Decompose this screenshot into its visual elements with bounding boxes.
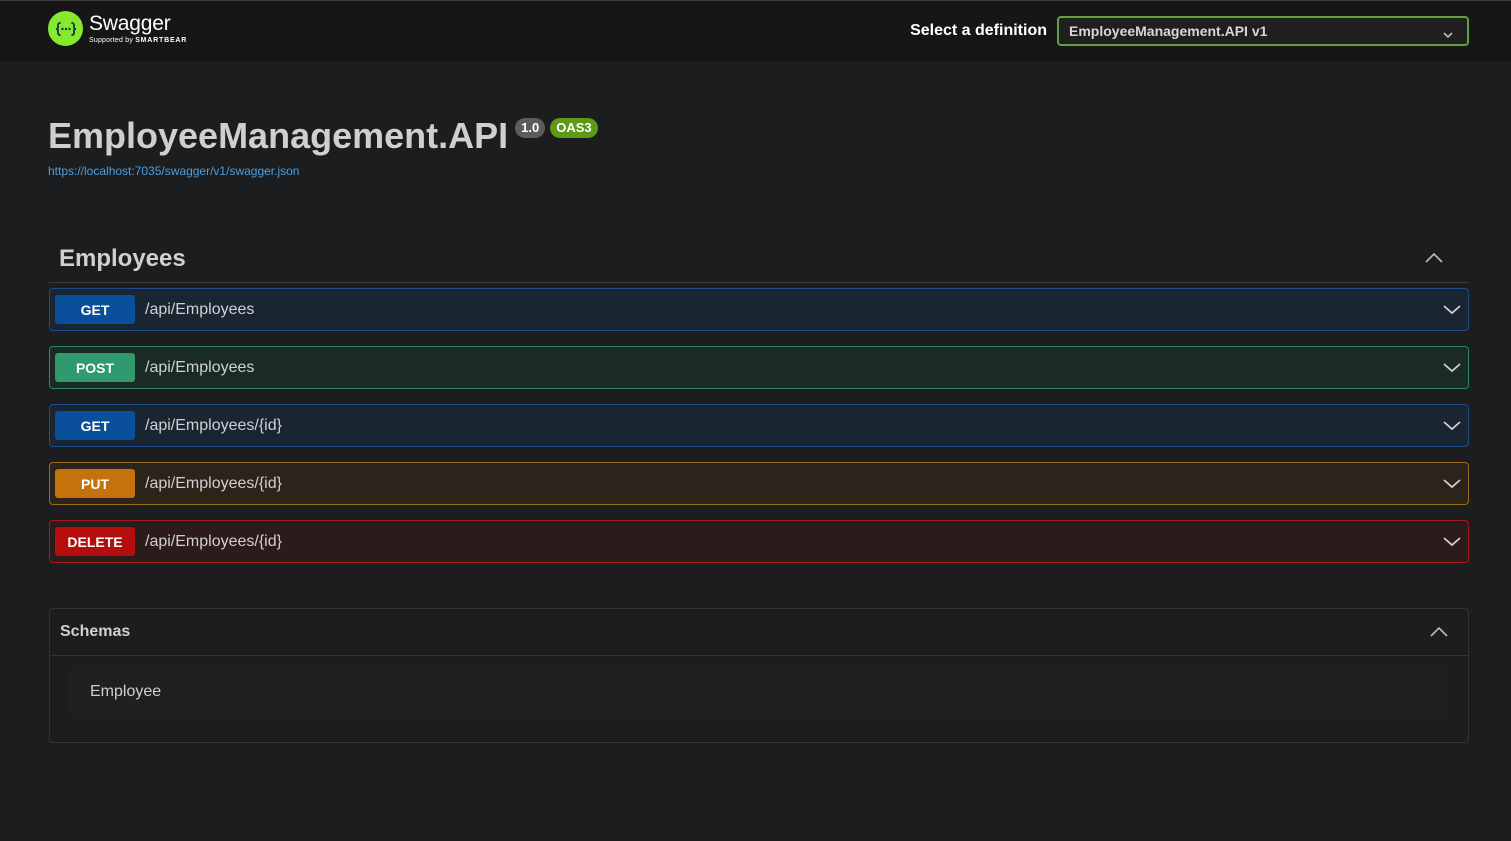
method-badge: GET: [55, 295, 135, 324]
schemas-header[interactable]: Schemas: [50, 609, 1468, 656]
definition-label: Select a definition: [910, 22, 1047, 39]
logo-sub-prefix: Supported by: [89, 37, 134, 44]
oas-badge: OAS3: [550, 118, 598, 138]
method-badge: DELETE: [55, 527, 135, 556]
operations-list: GET /api/Employees POST /api/Employees G…: [49, 288, 1469, 578]
logo-name: Swagger: [89, 12, 171, 35]
operation-get-employees[interactable]: GET /api/Employees: [49, 288, 1469, 331]
api-info: EmployeeManagement.API 1.0 OAS3 https://…: [48, 112, 598, 178]
method-badge: GET: [55, 411, 135, 440]
schemas-section: Schemas Employee: [49, 608, 1469, 743]
operation-delete-employee-by-id[interactable]: DELETE /api/Employees/{id}: [49, 520, 1469, 563]
schema-name: Employee: [90, 683, 162, 700]
tag-header-employees[interactable]: Employees: [49, 236, 1469, 283]
chevron-down-icon: [1442, 418, 1462, 437]
operation-path: /api/Employees/{id}: [145, 416, 282, 434]
chevron-down-icon: [1442, 534, 1462, 553]
api-title: EmployeeManagement.API: [48, 115, 509, 156]
schemas-title: Schemas: [60, 623, 131, 640]
definition-value: EmployeeManagement.API v1: [1069, 23, 1268, 39]
chevron-down-icon: [1443, 26, 1453, 44]
tag-title: Employees: [59, 245, 186, 272]
method-badge: POST: [55, 353, 135, 382]
spec-json-link[interactable]: https://localhost:7035/swagger/v1/swagge…: [48, 164, 598, 178]
chevron-down-icon: [1442, 476, 1462, 495]
definition-selector: Select a definition EmployeeManagement.A…: [910, 16, 1469, 46]
version-badge: 1.0: [515, 118, 546, 138]
operation-path: /api/Employees: [145, 300, 255, 318]
operation-get-employee-by-id[interactable]: GET /api/Employees/{id}: [49, 404, 1469, 447]
swagger-logo[interactable]: Swagger Supported by SMARTBEAR: [48, 11, 187, 46]
chevron-up-icon: [1425, 250, 1443, 268]
chevron-down-icon: [1442, 302, 1462, 321]
top-bar: Swagger Supported by SMARTBEAR Select a …: [0, 0, 1511, 61]
chevron-down-icon: [1442, 360, 1462, 379]
operation-post-employees[interactable]: POST /api/Employees: [49, 346, 1469, 389]
chevron-up-icon: [1430, 624, 1448, 642]
schema-item-employee[interactable]: Employee: [70, 664, 1448, 720]
operation-put-employee-by-id[interactable]: PUT /api/Employees/{id}: [49, 462, 1469, 505]
swagger-logo-icon: [48, 11, 83, 46]
logo-subtitle: Supported by SMARTBEAR: [89, 37, 187, 44]
operation-path: /api/Employees/{id}: [145, 474, 282, 492]
logo-sub-brand: SMARTBEAR: [135, 37, 188, 44]
definition-select[interactable]: EmployeeManagement.API v1: [1057, 16, 1469, 46]
method-badge: PUT: [55, 469, 135, 498]
operation-path: /api/Employees/{id}: [145, 532, 282, 550]
operation-path: /api/Employees: [145, 358, 255, 376]
